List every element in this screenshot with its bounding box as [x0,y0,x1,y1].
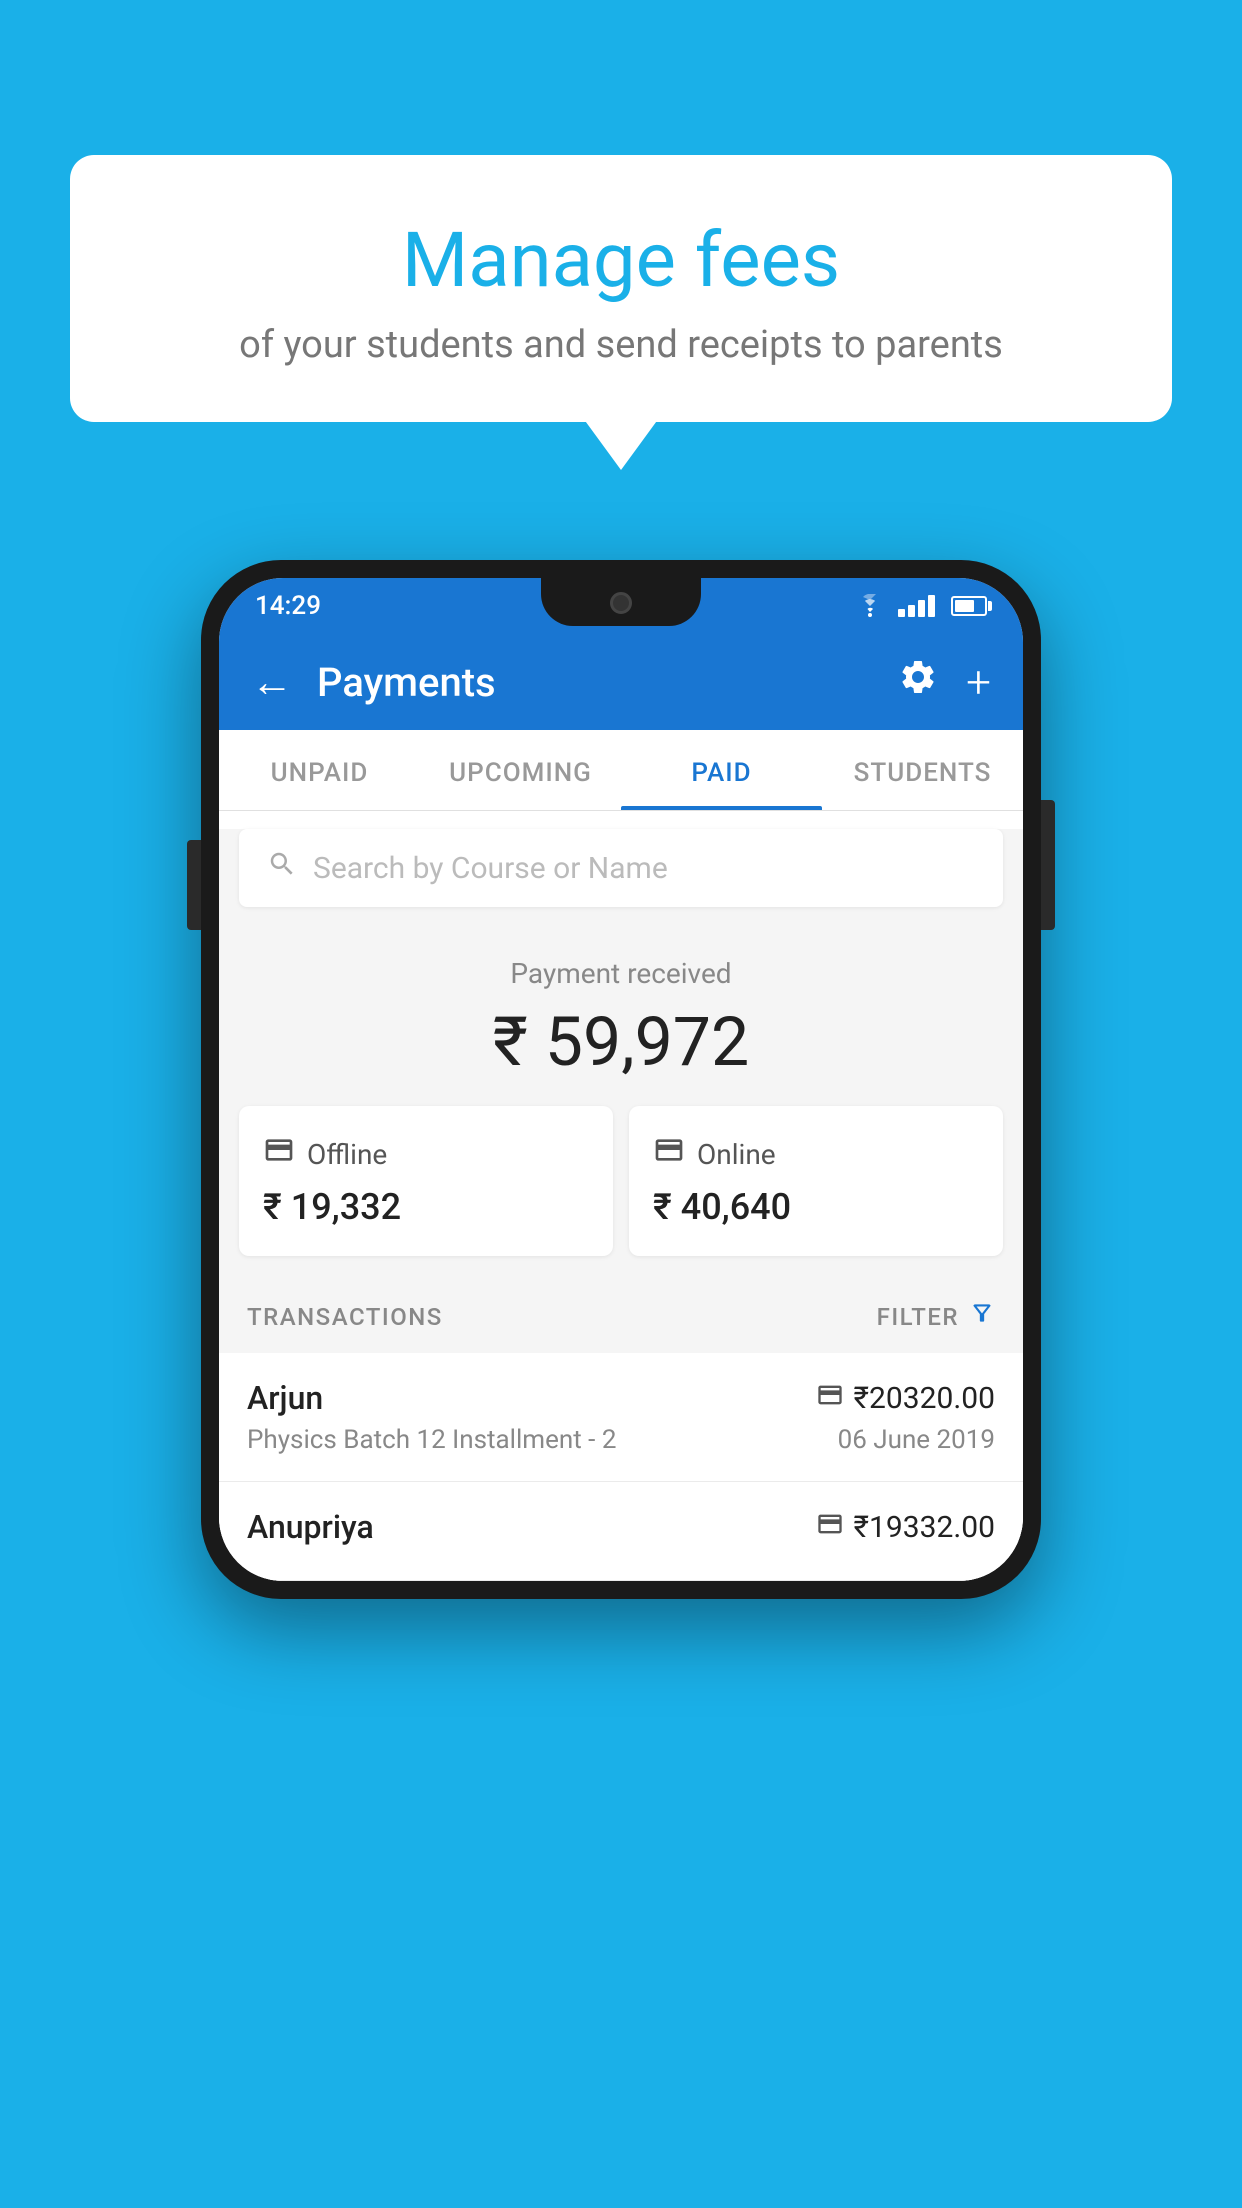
transaction-name-2: Anupriya [247,1508,374,1546]
offline-card-header: Offline [263,1134,589,1174]
speech-bubble: Manage fees of your students and send re… [70,155,1172,422]
online-label: Online [697,1138,776,1171]
transaction-top-1: Arjun ₹20320.00 [247,1379,995,1417]
transactions-header: TRANSACTIONS FILTER [219,1280,1023,1353]
camera [610,592,632,614]
transaction-amount-container-1: ₹20320.00 [816,1381,995,1416]
online-card-header: Online [653,1134,979,1174]
add-icon[interactable]: + [966,656,991,708]
tab-upcoming[interactable]: UPCOMING [420,730,621,810]
payment-cards: Offline ₹ 19,332 Online [219,1106,1023,1280]
offline-card: Offline ₹ 19,332 [239,1106,613,1256]
tab-unpaid[interactable]: UNPAID [219,730,420,810]
filter-label: FILTER [877,1303,959,1331]
transaction-amount-1: ₹20320.00 [854,1381,995,1416]
transaction-row[interactable]: Arjun ₹20320.00 Physics Batch 12 Install… [219,1353,1023,1482]
offline-icon [263,1134,295,1174]
transactions-label: TRANSACTIONS [247,1303,443,1331]
transaction-row-2[interactable]: Anupriya ₹19332.00 [219,1482,1023,1581]
back-button[interactable]: ← [251,658,293,707]
phone-outer: 14:29 [201,560,1041,1599]
notch [541,578,701,626]
speech-bubble-subtitle: of your students and send receipts to pa… [120,323,1122,367]
status-icons [854,594,987,618]
status-time: 14:29 [255,591,321,621]
transaction-name-1: Arjun [247,1379,323,1417]
transaction-amount-2: ₹19332.00 [854,1510,995,1545]
settings-icon[interactable] [898,657,938,707]
wifi-icon [854,594,886,618]
signal-bars [898,595,935,617]
tab-paid[interactable]: PAID [621,730,822,810]
transaction-type-icon-2 [816,1510,844,1545]
online-card: Online ₹ 40,640 [629,1106,1003,1256]
payment-amount: ₹ 59,972 [239,1002,1003,1082]
app-bar: ← Payments + [219,634,1023,730]
online-icon [653,1134,685,1174]
filter-icon [969,1300,995,1333]
search-bar[interactable]: Search by Course or Name [239,829,1003,907]
main-content: Search by Course or Name Payment receive… [219,829,1023,1581]
battery-icon [951,596,987,616]
search-icon [267,849,297,887]
transaction-top-2: Anupriya ₹19332.00 [247,1508,995,1546]
payment-summary: Payment received ₹ 59,972 [219,925,1023,1106]
phone-inner: 14:29 [219,578,1023,1581]
tabs-container: UNPAID UPCOMING PAID STUDENTS [219,730,1023,811]
offline-amount: ₹ 19,332 [263,1186,589,1228]
status-bar: 14:29 [219,578,1023,634]
app-bar-actions: + [898,656,991,708]
transaction-course-1: Physics Batch 12 Installment - 2 [247,1425,616,1455]
phone-device: 14:29 [201,560,1041,1599]
transaction-bottom-1: Physics Batch 12 Installment - 2 06 June… [247,1425,995,1455]
app-bar-title: Payments [317,659,874,706]
transaction-type-icon-1 [816,1381,844,1416]
speech-bubble-container: Manage fees of your students and send re… [70,155,1172,422]
transaction-date-1: 06 June 2019 [838,1425,995,1455]
speech-bubble-title: Manage fees [120,215,1122,305]
filter-container[interactable]: FILTER [877,1300,995,1333]
online-amount: ₹ 40,640 [653,1186,979,1228]
payment-received-label: Payment received [239,957,1003,990]
tab-students[interactable]: STUDENTS [822,730,1023,810]
transaction-amount-container-2: ₹19332.00 [816,1510,995,1545]
offline-label: Offline [307,1138,387,1171]
search-placeholder: Search by Course or Name [313,851,668,886]
